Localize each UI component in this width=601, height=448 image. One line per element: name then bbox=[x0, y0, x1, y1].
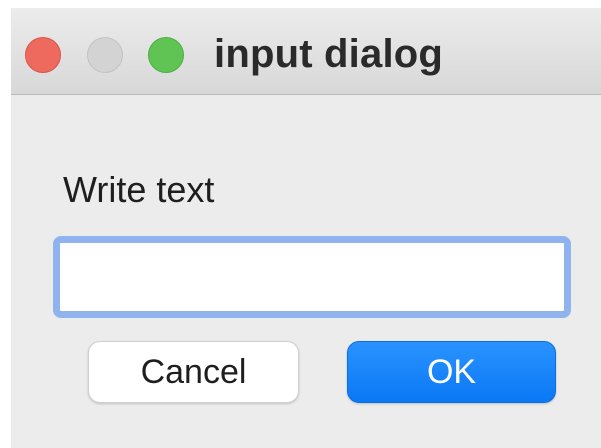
close-icon[interactable] bbox=[25, 37, 61, 73]
prompt-label: Write text bbox=[63, 169, 215, 210]
minimize-icon[interactable] bbox=[87, 37, 123, 73]
text-input[interactable] bbox=[53, 236, 571, 318]
dialog-window: input dialog Write text Cancel OK bbox=[11, 8, 601, 448]
cancel-button[interactable]: Cancel bbox=[88, 341, 299, 403]
title-bar[interactable]: input dialog bbox=[11, 8, 601, 95]
maximize-icon[interactable] bbox=[148, 37, 184, 73]
ok-button[interactable]: OK bbox=[347, 341, 556, 403]
window-title: input dialog bbox=[214, 32, 444, 76]
